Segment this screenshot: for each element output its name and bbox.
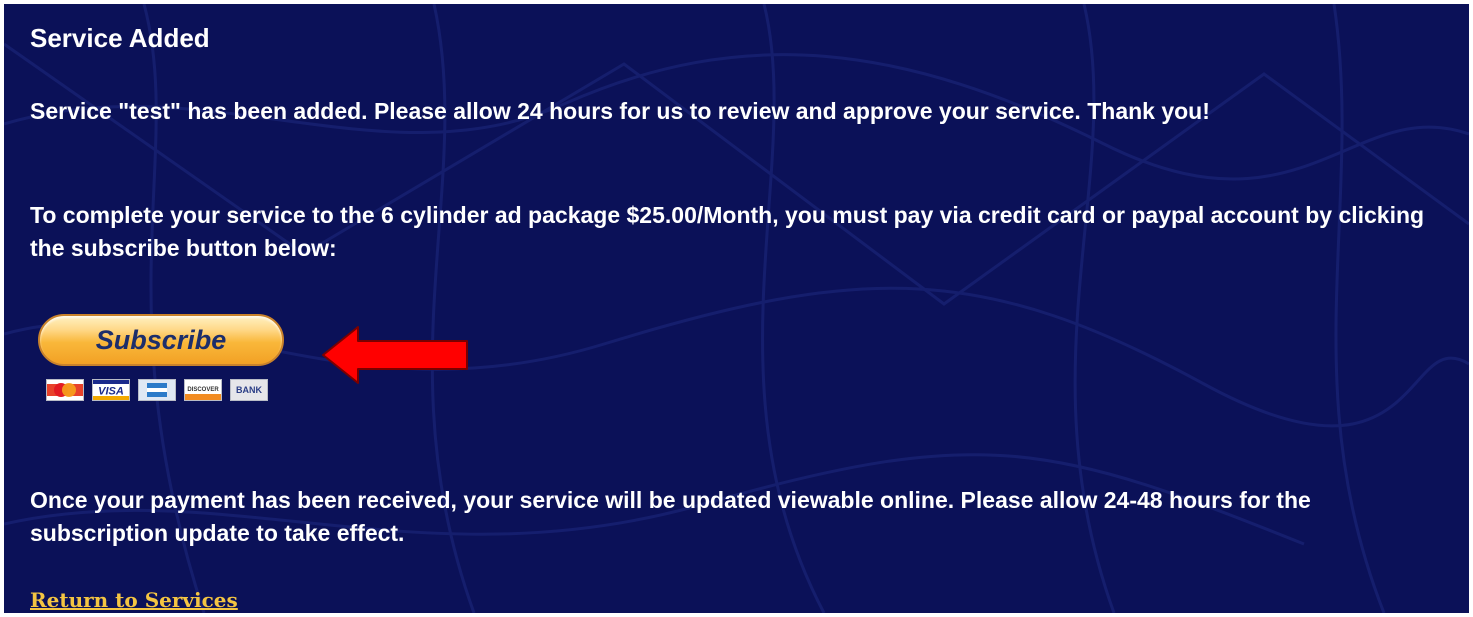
page-frame: Service Added Service "test" has been ad… — [0, 0, 1473, 617]
discover-icon: DISCOVER — [184, 379, 222, 401]
page-title: Service Added — [30, 23, 210, 53]
service-added-content: Service Added Service "test" has been ad… — [30, 21, 1450, 612]
service-added-message: Service "test" has been added. Please al… — [30, 98, 1210, 124]
bank-icon: BANK — [230, 379, 268, 401]
return-to-services-link[interactable]: Return to Services — [30, 588, 238, 612]
visa-icon: VISA — [92, 379, 130, 401]
subscribe-button[interactable]: Subscribe — [38, 314, 284, 366]
payment-instructions: To complete your service to the 6 cylind… — [30, 202, 1425, 261]
subscribe-button-label: Subscribe — [95, 325, 227, 355]
payment-note: Once your payment has been received, you… — [30, 487, 1311, 546]
mastercard-icon — [46, 379, 84, 401]
svg-text:VISA: VISA — [98, 386, 124, 398]
svg-text:DISCOVER: DISCOVER — [187, 387, 219, 393]
amex-icon — [138, 379, 176, 401]
red-arrow-icon — [322, 326, 468, 384]
